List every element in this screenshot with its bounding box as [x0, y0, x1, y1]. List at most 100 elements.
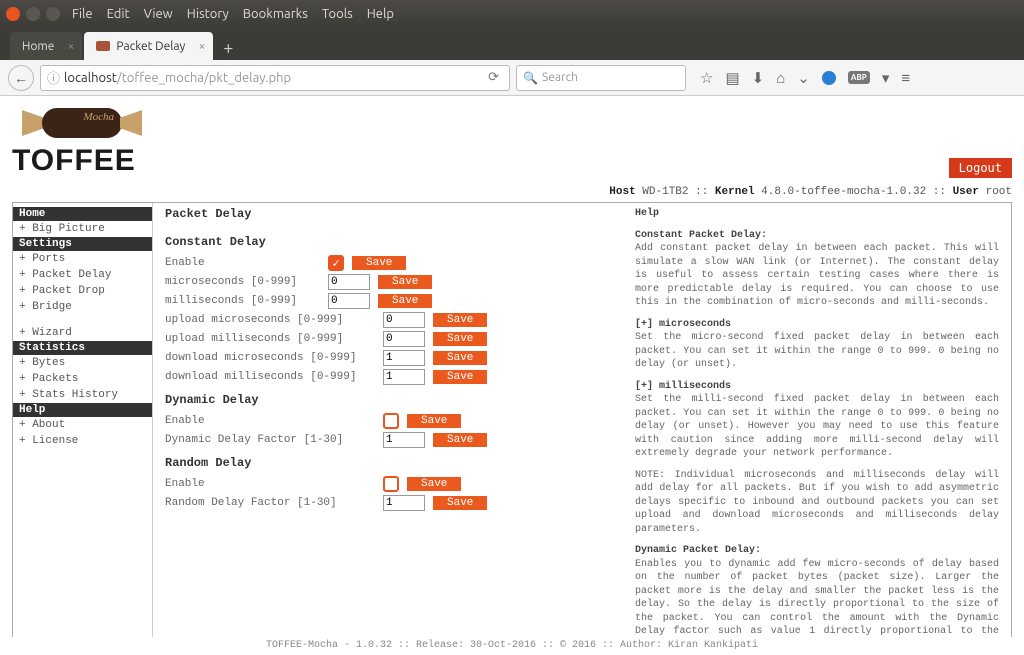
menu-tools[interactable]: Tools	[322, 7, 353, 21]
save-button[interactable]: Save	[433, 496, 487, 510]
constant-title: Constant Delay	[165, 235, 615, 249]
constant-row-label: upload microseconds [0-999]	[165, 314, 375, 326]
page: TOFFEE Logout Host WD-1TB2 :: Kernel 4.8…	[0, 96, 1024, 637]
dynamic-enable-label: Enable	[165, 415, 375, 427]
search-placeholder: Search	[542, 71, 578, 84]
save-button[interactable]: Save	[407, 477, 461, 491]
abp-icon[interactable]: ABP	[848, 71, 870, 84]
save-button[interactable]: Save	[433, 313, 487, 327]
tab-home[interactable]: Home ×	[10, 32, 82, 60]
footer: TOFFEE-Mocha - 1.0.32 :: Release: 30-Oct…	[0, 637, 1024, 655]
home-icon[interactable]: ⌂	[776, 69, 785, 87]
sidebar-item[interactable]: + Packet Drop	[13, 283, 152, 299]
sidebar: Home+ Big PictureSettings+ Ports+ Packet…	[13, 203, 153, 637]
constant-row-input[interactable]	[383, 350, 425, 366]
constant-row-label: download microseconds [0-999]	[165, 352, 375, 364]
menu-file[interactable]: File	[72, 7, 93, 21]
menu-bookmarks[interactable]: Bookmarks	[243, 7, 308, 21]
dynamic-title: Dynamic Delay	[165, 393, 615, 407]
globe-icon[interactable]	[822, 71, 836, 85]
sidebar-header[interactable]: Help	[13, 403, 152, 417]
menu-edit[interactable]: Edit	[107, 7, 130, 21]
sidebar-item[interactable]: + About	[13, 417, 152, 433]
sidebar-item[interactable]: + Packet Delay	[13, 267, 152, 283]
close-icon[interactable]: ×	[68, 40, 75, 53]
dynamic-factor-input[interactable]	[383, 432, 425, 448]
form-column: Packet Delay Constant Delay Enable Save …	[165, 207, 615, 637]
help-paragraph: [+] millisecondsSet the milli-second fix…	[635, 380, 999, 461]
menu-view[interactable]: View	[144, 7, 173, 21]
brand-name: TOFFEE	[12, 144, 152, 178]
url-path: /toffee_mocha/pkt_delay.php	[117, 71, 291, 85]
tabbar: Home × Packet Delay × +	[0, 28, 1024, 60]
help-title: Help	[635, 207, 999, 221]
constant-row-input[interactable]	[383, 331, 425, 347]
constant-enable-checkbox[interactable]	[328, 255, 344, 271]
logo: TOFFEE	[12, 104, 152, 178]
save-button[interactable]: Save	[352, 256, 406, 270]
constant-enable-label: Enable	[165, 257, 320, 269]
sidebar-header[interactable]: Home	[13, 207, 152, 221]
chevron-down-icon[interactable]: ▾	[882, 69, 890, 87]
help-paragraph: Dynamic Packet Delay:Enables you to dyna…	[635, 544, 999, 637]
clipboard-icon[interactable]: ▤	[725, 69, 739, 87]
sidebar-item[interactable]: + Wizard	[13, 325, 152, 341]
titlebar: File Edit View History Bookmarks Tools H…	[0, 0, 1024, 28]
sidebar-item[interactable]: + Packets	[13, 371, 152, 387]
constant-row-input[interactable]	[328, 293, 370, 309]
random-enable-label: Enable	[165, 478, 375, 490]
save-button[interactable]: Save	[378, 275, 432, 289]
save-button[interactable]: Save	[433, 370, 487, 384]
random-enable-checkbox[interactable]	[383, 476, 399, 492]
url-host: localhost	[64, 71, 117, 85]
window-maximize-icon[interactable]	[46, 7, 60, 21]
favicon-icon	[96, 41, 110, 51]
sidebar-item[interactable]: + Stats History	[13, 387, 152, 403]
sidebar-item[interactable]: + Bytes	[13, 355, 152, 371]
url-field[interactable]: ⓘ localhost/toffee_mocha/pkt_delay.php ⟳	[40, 65, 510, 91]
save-button[interactable]: Save	[433, 332, 487, 346]
random-title: Random Delay	[165, 456, 615, 470]
constant-row-input[interactable]	[328, 274, 370, 290]
window-close-icon[interactable]	[6, 7, 20, 21]
close-icon[interactable]: ×	[199, 40, 206, 53]
sidebar-header[interactable]: Statistics	[13, 341, 152, 355]
dynamic-factor-label: Dynamic Delay Factor [1-30]	[165, 434, 375, 446]
sidebar-item[interactable]: + Big Picture	[13, 221, 152, 237]
window-controls	[6, 7, 60, 21]
help-paragraph: [+] microsecondsSet the micro-second fix…	[635, 318, 999, 372]
help-paragraph: Constant Packet Delay:Add constant packe…	[635, 229, 999, 310]
random-factor-input[interactable]	[383, 495, 425, 511]
sidebar-item[interactable]: + Bridge	[13, 299, 152, 315]
constant-row-input[interactable]	[383, 369, 425, 385]
dynamic-enable-checkbox[interactable]	[383, 413, 399, 429]
constant-row-label: milliseconds [0-999]	[165, 295, 320, 307]
hamburger-icon[interactable]: ≡	[901, 69, 910, 87]
search-field[interactable]: 🔍 Search	[516, 65, 686, 91]
sidebar-item[interactable]: + Ports	[13, 251, 152, 267]
save-button[interactable]: Save	[433, 351, 487, 365]
help-column: Help Constant Packet Delay:Add constant …	[635, 207, 999, 637]
star-icon[interactable]: ☆	[700, 69, 713, 87]
constant-row-label: upload milliseconds [0-999]	[165, 333, 375, 345]
save-button[interactable]: Save	[433, 433, 487, 447]
constant-row-label: download milliseconds [0-999]	[165, 371, 375, 383]
save-button[interactable]: Save	[378, 294, 432, 308]
reload-icon[interactable]: ⟳	[488, 70, 503, 85]
sidebar-item[interactable]: + License	[13, 433, 152, 449]
constant-row-input[interactable]	[383, 312, 425, 328]
back-button[interactable]: ←	[8, 65, 34, 91]
download-icon[interactable]: ⬇	[752, 69, 765, 87]
save-button[interactable]: Save	[407, 414, 461, 428]
logout-button[interactable]: Logout	[949, 158, 1012, 178]
menu-history[interactable]: History	[187, 7, 229, 21]
random-factor-label: Random Delay Factor [1-30]	[165, 497, 375, 509]
window-minimize-icon[interactable]	[26, 7, 40, 21]
content: Packet Delay Constant Delay Enable Save …	[153, 203, 1011, 637]
tab-packet-delay[interactable]: Packet Delay ×	[84, 32, 213, 60]
menu-help[interactable]: Help	[367, 7, 394, 21]
search-icon: 🔍	[523, 71, 538, 85]
pocket-icon[interactable]: ⌄	[797, 69, 810, 87]
sidebar-header[interactable]: Settings	[13, 237, 152, 251]
new-tab-button[interactable]: +	[215, 36, 241, 60]
